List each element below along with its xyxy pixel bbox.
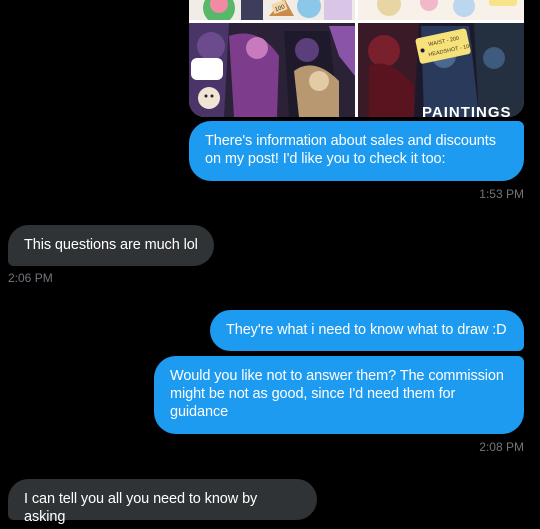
- message-text: This questions are much lol: [24, 237, 198, 253]
- message-timestamp: 1:53 PM: [479, 187, 524, 201]
- image-attachment[interactable]: 100 WAIST - 200 HEADSHOT - 100 PAINTINGS: [189, 0, 524, 117]
- message-text: There's information about sales and disc…: [205, 133, 496, 167]
- message-timestamp: 2:06 PM: [8, 271, 53, 285]
- artwork-collage: 100 WAIST - 200 HEADSHOT - 100 PAINTINGS: [189, 0, 524, 117]
- message-bubble-incoming[interactable]: I can tell you all you need to know by a…: [8, 479, 317, 525]
- message-text: I can tell you all you need to know by a…: [24, 491, 258, 525]
- message-bubble-incoming[interactable]: This questions are much lol: [8, 225, 214, 266]
- message-timestamp: 2:08 PM: [479, 440, 524, 454]
- dm-conversation: 100 WAIST - 200 HEADSHOT - 100 PAINTINGS…: [0, 0, 540, 529]
- message-text: They're what i need to know what to draw…: [226, 322, 507, 338]
- message-text: Would you like not to answer them? The c…: [170, 368, 504, 420]
- paintings-title: PAINTINGS: [422, 104, 512, 117]
- message-bubble-outgoing[interactable]: There's information about sales and disc…: [189, 121, 524, 181]
- message-bubble-outgoing[interactable]: They're what i need to know what to draw…: [210, 310, 524, 351]
- message-bubble-outgoing[interactable]: Would you like not to answer them? The c…: [154, 356, 524, 434]
